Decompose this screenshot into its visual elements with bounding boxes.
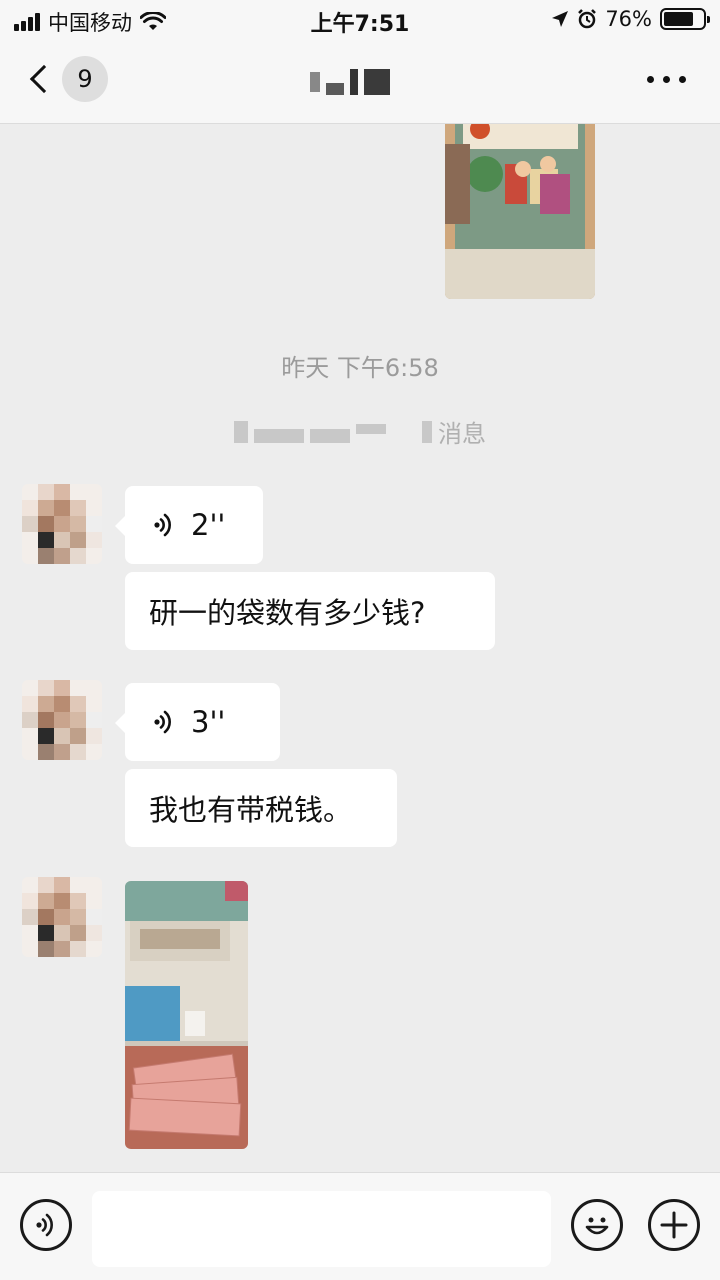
redacted-block — [234, 420, 248, 443]
voice-wave-icon — [154, 710, 171, 734]
back-button[interactable]: 9 — [24, 56, 108, 102]
voice-wave-icon — [36, 1213, 53, 1237]
more-options-button[interactable] — [647, 76, 686, 83]
system-message-redacted: 消息 — [0, 414, 720, 449]
photo-content — [445, 124, 595, 299]
message-text: 研一的袋数有多少钱? — [149, 596, 426, 630]
avatar[interactable] — [22, 877, 102, 957]
status-bar: 中国移动 上午7:51 76% — [0, 0, 720, 40]
redacted-block — [356, 423, 386, 434]
voice-wave-icon — [154, 513, 171, 537]
voice-message-bubble[interactable]: 2'' — [115, 486, 263, 564]
ellipsis-icon — [679, 76, 686, 83]
message-text: 我也有带税钱。 — [149, 793, 353, 827]
text-message-bubble[interactable]: 研一的袋数有多少钱? — [125, 572, 495, 650]
system-message-fragment: 消息 — [438, 420, 486, 448]
avatar[interactable] — [22, 680, 102, 760]
chevron-left-icon — [29, 64, 59, 94]
redacted-block — [350, 69, 358, 95]
received-image-message[interactable] — [125, 881, 248, 1149]
chat-input-bar — [0, 1172, 720, 1280]
redacted-block — [310, 72, 320, 92]
redacted-block — [326, 83, 344, 95]
battery-percent: 76% — [605, 7, 652, 31]
status-right: 76% — [551, 7, 710, 31]
voice-message-bubble[interactable]: 3'' — [115, 683, 280, 761]
message-input[interactable] — [92, 1191, 551, 1267]
plus-button[interactable] — [648, 1199, 700, 1251]
voice-duration: 2'' — [191, 508, 226, 542]
plus-circle-icon — [660, 1211, 688, 1239]
chat-message-list[interactable]: 昨天 下午6:58 消息 2'' 研一的袋数有多少钱? 3'' 我也有带税钱。 — [0, 124, 720, 1172]
message-timestamp: 昨天 下午6:58 — [281, 354, 439, 382]
redacted-block — [364, 69, 390, 95]
ellipsis-icon — [663, 76, 670, 83]
emoji-button[interactable] — [571, 1199, 623, 1251]
location-arrow-icon — [552, 11, 569, 27]
battery-fill — [664, 12, 693, 26]
sent-image-message[interactable] — [445, 124, 595, 299]
alarm-icon — [578, 9, 597, 29]
unread-count-badge: 9 — [62, 56, 108, 102]
redacted-block — [310, 428, 350, 443]
avatar[interactable] — [22, 484, 102, 564]
text-message-bubble[interactable]: 我也有带税钱。 — [125, 769, 397, 847]
redacted-block — [254, 428, 304, 443]
battery-icon — [660, 8, 710, 30]
voice-input-button[interactable] — [20, 1199, 72, 1251]
photo-content — [125, 881, 248, 1149]
smile-face-icon — [585, 1217, 609, 1235]
redacted-block — [422, 420, 432, 443]
ellipsis-icon — [647, 76, 654, 83]
voice-duration: 3'' — [191, 705, 226, 739]
chat-title-redacted[interactable] — [310, 66, 410, 98]
nav-bar: 9 — [0, 40, 720, 124]
